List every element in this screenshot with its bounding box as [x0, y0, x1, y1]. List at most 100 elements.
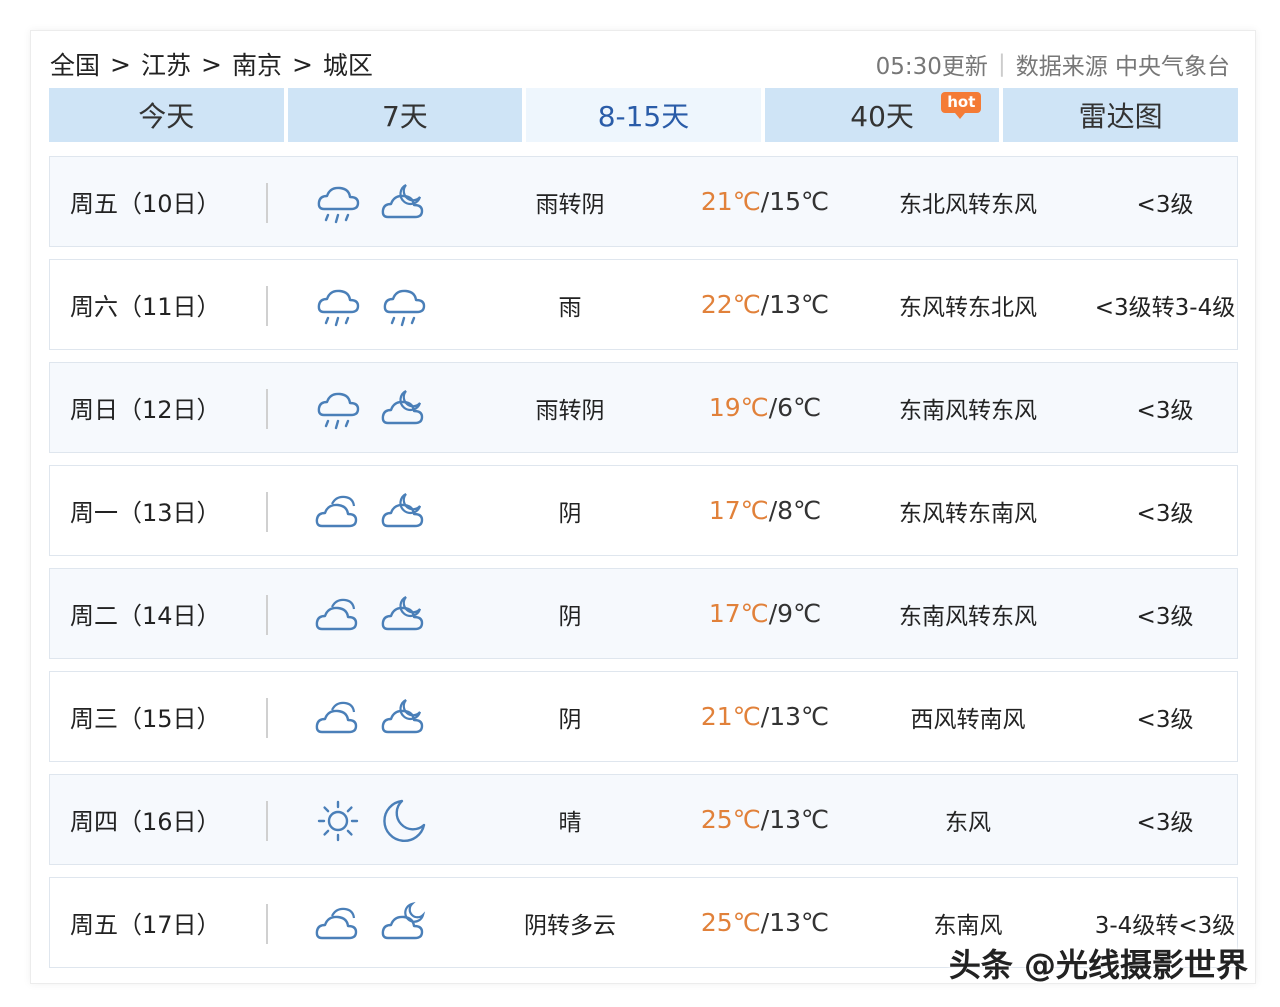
cloud-rain-icon — [312, 383, 364, 439]
forecast-row: 周三（15日） 阴 21℃/13℃ 西风转南风 <3级 — [49, 671, 1238, 762]
day-label: 周五（17日） — [70, 911, 221, 939]
partly-cloudy-night-icon — [378, 177, 430, 233]
temp-low: /13℃ — [760, 908, 830, 937]
cloud-moon-icon — [378, 898, 430, 954]
row-divider — [266, 801, 268, 841]
weather-desc: 雨转阴 — [535, 191, 605, 218]
sun-icon — [312, 795, 364, 851]
day-label: 周一（13日） — [70, 499, 221, 527]
temp-high: 19℃ — [708, 393, 769, 422]
watermark: 头条 @光线摄影世界 — [948, 946, 1248, 984]
overcast-icon — [312, 486, 364, 542]
row-divider — [266, 698, 268, 738]
tab-40-days[interactable]: 40天 hot — [764, 88, 1000, 142]
breadcrumb: 全国 > 江苏 > 南京 > 城区 — [50, 44, 373, 84]
partly-cloudy-night-icon — [378, 383, 430, 439]
breadcrumb-district[interactable]: 城区 — [323, 46, 373, 82]
breadcrumb-separator: > — [110, 49, 131, 79]
weather-desc: 雨转阴 — [535, 397, 605, 424]
row-divider — [266, 904, 268, 944]
temperature: 25℃/13℃ — [670, 805, 860, 834]
forecast-row: 周四（16日） 晴 25℃/13℃ 东风 <3级 — [49, 774, 1238, 865]
overcast-icon — [312, 898, 364, 954]
data-source: 数据来源 中央气象台 — [1015, 54, 1230, 80]
weather-desc: 阴 — [558, 603, 582, 630]
tab-radar[interactable]: 雷达图 — [1003, 88, 1238, 142]
tab-today[interactable]: 今天 — [49, 88, 284, 142]
wind-direction: 东南风转东风 — [899, 397, 1037, 424]
tab-label: 雷达图 — [1078, 100, 1163, 133]
row-divider — [266, 286, 268, 326]
temp-high: 25℃ — [700, 908, 761, 937]
update-time: 05:30更新 — [875, 54, 988, 80]
weather-icons — [312, 383, 430, 439]
temp-high: 17℃ — [708, 496, 769, 525]
forecast-tabs: 今天 7天 8-15天 40天 hot 雷达图 — [49, 88, 1238, 142]
weather-icons — [312, 486, 430, 542]
temperature: 17℃/9℃ — [670, 599, 860, 628]
wind-level: <3级转3-4级 — [1094, 294, 1236, 321]
row-divider — [266, 492, 268, 532]
temp-low: /13℃ — [760, 290, 830, 319]
row-divider — [266, 595, 268, 635]
cloud-rain-icon — [312, 177, 364, 233]
day-label: 周三（15日） — [70, 705, 221, 733]
breadcrumb-city[interactable]: 南京 — [232, 46, 282, 82]
forecast-row: 周二（14日） 阴 17℃/9℃ 东南风转东风 <3级 — [49, 568, 1238, 659]
forecast-row: 周日（12日） 雨转阴 19℃/6℃ 东南风转东风 <3级 — [49, 362, 1238, 453]
temp-high: 22℃ — [700, 290, 761, 319]
temperature: 19℃/6℃ — [670, 393, 860, 422]
wind-level: <3级 — [1136, 706, 1194, 733]
weather-icons — [312, 795, 430, 851]
forecast-row: 周六（11日） 雨 22℃/13℃ 东风转东北风 <3级转3-4级 — [49, 259, 1238, 350]
temp-high: 25℃ — [700, 805, 761, 834]
tab-label: 8-15天 — [597, 100, 690, 133]
weather-desc: 雨 — [558, 294, 582, 321]
temperature: 22℃/13℃ — [670, 290, 860, 319]
weather-desc: 阴转多云 — [524, 912, 616, 939]
forecast-list: 周五（10日） 雨转阴 21℃/15℃ 东北风转东风 <3级 周六（11日） 雨… — [49, 156, 1238, 980]
row-divider — [266, 389, 268, 429]
meta-divider: | — [997, 51, 1006, 77]
cloud-rain-icon — [312, 280, 364, 336]
day-label: 周六（11日） — [70, 293, 221, 321]
weather-icons — [312, 898, 430, 954]
wind-direction: 东风转东北风 — [899, 294, 1037, 321]
day-label: 周二（14日） — [70, 602, 221, 630]
weather-icons — [312, 589, 430, 645]
weather-icons — [312, 280, 430, 336]
breadcrumb-separator: > — [291, 49, 313, 79]
temp-low: /9℃ — [768, 599, 822, 628]
wind-level: 3-4级转<3级 — [1094, 912, 1236, 939]
tab-8-15-days[interactable]: 8-15天 — [526, 88, 761, 142]
tab-label: 40天 — [850, 100, 914, 133]
temp-high: 21℃ — [700, 702, 761, 731]
breadcrumb-country[interactable]: 全国 — [50, 46, 100, 82]
partly-cloudy-night-icon — [378, 692, 430, 748]
forecast-row: 周五（10日） 雨转阴 21℃/15℃ 东北风转东风 <3级 — [49, 156, 1238, 247]
overcast-icon — [312, 589, 364, 645]
forecast-row: 周一（13日） 阴 17℃/8℃ 东风转东南风 <3级 — [49, 465, 1238, 556]
wind-level: <3级 — [1136, 191, 1194, 218]
weather-icons — [312, 177, 430, 233]
weather-desc: 阴 — [558, 706, 582, 733]
temperature: 25℃/13℃ — [670, 908, 860, 937]
weather-icons — [312, 692, 430, 748]
tab-label: 今天 — [138, 100, 195, 133]
wind-direction: 东风 — [945, 809, 991, 836]
tab-7-days[interactable]: 7天 — [287, 88, 523, 142]
wind-level: <3级 — [1136, 809, 1194, 836]
temp-low: /13℃ — [760, 702, 830, 731]
temperature: 17℃/8℃ — [670, 496, 860, 525]
row-divider — [266, 183, 268, 223]
wind-direction: 东风转东南风 — [899, 500, 1037, 527]
cloud-rain-icon — [378, 280, 430, 336]
day-label: 周日（12日） — [70, 396, 221, 424]
weather-desc: 晴 — [558, 809, 582, 836]
partly-cloudy-night-icon — [378, 589, 430, 645]
moon-icon — [378, 795, 430, 851]
breadcrumb-province[interactable]: 江苏 — [141, 46, 191, 82]
wind-direction: 东南风转东风 — [899, 603, 1037, 630]
wind-direction: 东北风转东风 — [899, 191, 1037, 218]
update-meta: 05:30更新 | 数据来源 中央气象台 — [876, 44, 1230, 84]
